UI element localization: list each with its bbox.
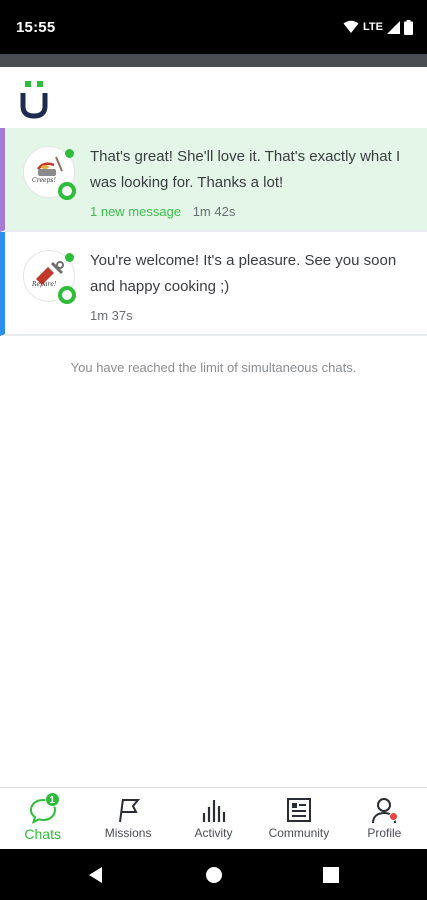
status-bar: 15:55 LTE	[0, 0, 427, 54]
new-message-label: 1 new message	[90, 204, 182, 219]
chat-time: 1m 37s	[90, 308, 133, 323]
avatar-caption: Repare!	[32, 281, 57, 288]
avatar-caption: Creeps!	[32, 177, 56, 184]
nav-label: Community	[268, 826, 330, 840]
chat-time: 1m 42s	[192, 204, 236, 219]
bottom-nav: 1 Chats Missions Activity Community Prof…	[0, 787, 427, 849]
recents-icon[interactable]	[319, 863, 343, 887]
battery-icon	[404, 19, 413, 35]
nav-community[interactable]: Community	[256, 788, 341, 849]
status-time: 15:55	[16, 19, 56, 36]
nav-label: Missions	[104, 826, 152, 840]
person-icon	[369, 796, 399, 824]
chat-list: Creeps! That's great! She'll love it. Th…	[0, 128, 427, 336]
wifi-icon	[343, 20, 359, 33]
avatar: Creeps!	[23, 146, 76, 200]
chat-message: You're welcome! It's a pleasure. See you…	[90, 252, 397, 295]
toolbar-strip	[0, 54, 427, 67]
system-nav-bar	[0, 849, 427, 900]
bar-chart-icon	[199, 796, 229, 824]
status-icons: LTE	[343, 18, 413, 36]
chat-meta: 1m 37s	[90, 308, 133, 323]
nav-chats[interactable]: 1 Chats	[0, 788, 85, 849]
nav-label: Activity	[194, 826, 233, 840]
online-status-dot	[65, 149, 74, 158]
chat-count-badge: 1	[44, 792, 60, 807]
nav-label: Profile	[367, 826, 402, 840]
online-status-dot	[65, 253, 74, 262]
nav-profile[interactable]: Profile	[342, 788, 427, 849]
nav-missions[interactable]: Missions	[85, 788, 170, 849]
chat-bubble-icon: 1	[28, 792, 60, 824]
chat-meta: 1 new message 1m 42s	[90, 204, 235, 219]
app-header	[0, 67, 427, 128]
home-icon[interactable]	[202, 863, 226, 887]
chat-message: That's great! She'll love it. That's exa…	[90, 148, 401, 191]
back-icon[interactable]	[84, 863, 108, 887]
nav-activity[interactable]: Activity	[171, 788, 256, 849]
chat-item[interactable]: Creeps! That's great! She'll love it. Th…	[0, 128, 427, 232]
status-ring-badge	[58, 286, 76, 304]
avatar: Repare!	[23, 250, 76, 304]
network-type: LTE	[363, 21, 383, 33]
news-icon	[284, 796, 314, 824]
chat-limit-note: You have reached the limit of simultaneo…	[70, 360, 357, 375]
chat-item[interactable]: Repare! You're welcome! It's a pleasure.…	[0, 232, 427, 336]
nav-label: Chats	[24, 826, 61, 842]
status-ring-badge	[58, 182, 76, 200]
app-logo	[20, 81, 48, 119]
flag-icon	[113, 796, 143, 824]
signal-icon	[387, 20, 400, 34]
